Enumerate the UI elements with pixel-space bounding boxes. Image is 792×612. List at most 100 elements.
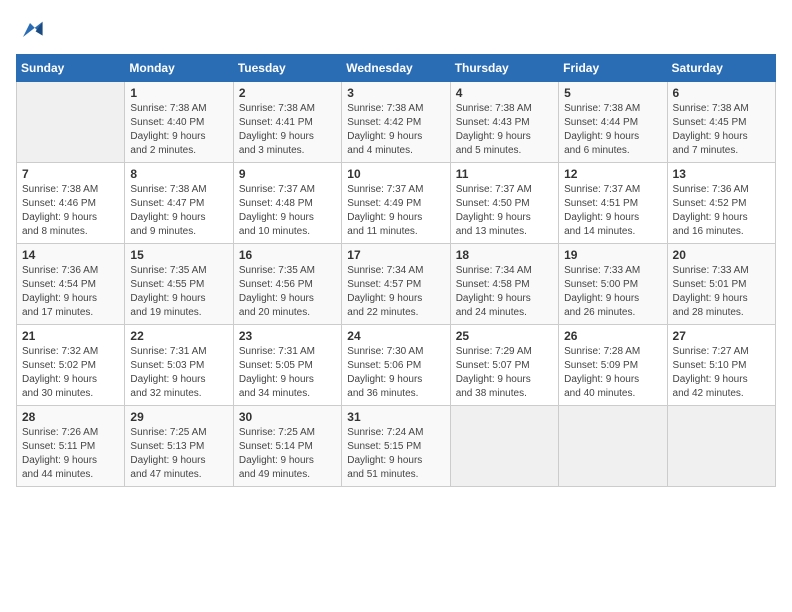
day-info: Sunrise: 7:25 AM Sunset: 5:14 PM Dayligh… <box>239 426 336 482</box>
day-info: Sunrise: 7:34 AM Sunset: 4:57 PM Dayligh… <box>347 264 444 320</box>
day-number: 9 <box>239 167 336 181</box>
calendar-cell <box>559 406 667 487</box>
day-header-monday: Monday <box>125 55 233 82</box>
calendar-cell: 11 Sunrise: 7:37 AM Sunset: 4:50 PM Dayli… <box>450 163 558 244</box>
calendar-cell: 31Sunrise: 7:24 AM Sunset: 5:15 PM Dayli… <box>342 406 450 487</box>
calendar-cell <box>667 406 775 487</box>
day-header-thursday: Thursday <box>450 55 558 82</box>
week-row-1: 7 Sunrise: 7:38 AM Sunset: 4:46 PM Daylig… <box>17 163 776 244</box>
day-info: Sunrise: 7:37 AM Sunset: 4:51 PM Dayligh… <box>564 183 661 239</box>
calendar-cell: 8Sunrise: 7:38 AM Sunset: 4:47 PM Daylig… <box>125 163 233 244</box>
day-number: 14 <box>22 248 119 262</box>
day-number: 27 <box>673 329 770 343</box>
calendar-cell: 19Sunrise: 7:33 AM Sunset: 5:00 PM Dayli… <box>559 244 667 325</box>
calendar-cell: 21 Sunrise: 7:32 AM Sunset: 5:02 PM Dayli… <box>17 325 125 406</box>
day-number: 3 <box>347 86 444 100</box>
day-number: 2 <box>239 86 336 100</box>
day-number: 30 <box>239 410 336 424</box>
day-info: Sunrise: 7:37 AM Sunset: 4:50 PM Dayligh… <box>456 183 553 239</box>
calendar-cell: 12 Sunrise: 7:37 AM Sunset: 4:51 PM Dayli… <box>559 163 667 244</box>
day-number: 7 <box>22 167 119 181</box>
calendar-cell: 26Sunrise: 7:28 AM Sunset: 5:09 PM Dayli… <box>559 325 667 406</box>
week-row-2: 14 Sunrise: 7:36 AM Sunset: 4:54 PM Dayli… <box>17 244 776 325</box>
day-info: Sunrise: 7:25 AM Sunset: 5:13 PM Dayligh… <box>130 426 227 482</box>
day-number: 29 <box>130 410 227 424</box>
day-number: 11 <box>456 167 553 181</box>
calendar-cell: 7 Sunrise: 7:38 AM Sunset: 4:46 PM Daylig… <box>17 163 125 244</box>
day-header-tuesday: Tuesday <box>233 55 341 82</box>
day-info: Sunrise: 7:37 AM Sunset: 4:48 PM Dayligh… <box>239 183 336 239</box>
logo-icon <box>16 16 44 44</box>
day-info: Sunrise: 7:38 AM Sunset: 4:44 PM Dayligh… <box>564 102 661 158</box>
day-info: Sunrise: 7:38 AM Sunset: 4:46 PM Dayligh… <box>22 183 119 239</box>
calendar-cell <box>450 406 558 487</box>
day-info: Sunrise: 7:38 AM Sunset: 4:43 PM Dayligh… <box>456 102 553 158</box>
calendar-cell: 28Sunrise: 7:26 AM Sunset: 5:11 PM Dayli… <box>17 406 125 487</box>
day-number: 16 <box>239 248 336 262</box>
calendar-cell: 5Sunrise: 7:38 AM Sunset: 4:44 PM Daylig… <box>559 82 667 163</box>
day-number: 15 <box>130 248 227 262</box>
day-number: 26 <box>564 329 661 343</box>
calendar-cell: 20 Sunrise: 7:33 AM Sunset: 5:01 PM Dayli… <box>667 244 775 325</box>
calendar-table: SundayMondayTuesdayWednesdayThursdayFrid… <box>16 54 776 487</box>
day-number: 13 <box>673 167 770 181</box>
calendar-cell: 15 Sunrise: 7:35 AM Sunset: 4:55 PM Dayli… <box>125 244 233 325</box>
day-info: Sunrise: 7:34 AM Sunset: 4:58 PM Dayligh… <box>456 264 553 320</box>
calendar-cell: 24Sunrise: 7:30 AM Sunset: 5:06 PM Dayli… <box>342 325 450 406</box>
calendar-cell: 27Sunrise: 7:27 AM Sunset: 5:10 PM Dayli… <box>667 325 775 406</box>
day-info: Sunrise: 7:35 AM Sunset: 4:55 PM Dayligh… <box>130 264 227 320</box>
day-number: 19 <box>564 248 661 262</box>
calendar-cell: 13 Sunrise: 7:36 AM Sunset: 4:52 PM Dayli… <box>667 163 775 244</box>
logo <box>16 16 48 44</box>
day-info: Sunrise: 7:37 AM Sunset: 4:49 PM Dayligh… <box>347 183 444 239</box>
calendar-cell: 29 Sunrise: 7:25 AM Sunset: 5:13 PM Dayli… <box>125 406 233 487</box>
calendar-cell: 30 Sunrise: 7:25 AM Sunset: 5:14 PM Dayli… <box>233 406 341 487</box>
day-info: Sunrise: 7:31 AM Sunset: 5:05 PM Dayligh… <box>239 345 336 401</box>
calendar-cell <box>17 82 125 163</box>
week-row-4: 28Sunrise: 7:26 AM Sunset: 5:11 PM Dayli… <box>17 406 776 487</box>
week-row-3: 21 Sunrise: 7:32 AM Sunset: 5:02 PM Dayli… <box>17 325 776 406</box>
calendar-cell: 18 Sunrise: 7:34 AM Sunset: 4:58 PM Dayli… <box>450 244 558 325</box>
day-number: 25 <box>456 329 553 343</box>
day-number: 18 <box>456 248 553 262</box>
day-header-sunday: Sunday <box>17 55 125 82</box>
calendar-cell: 16 Sunrise: 7:35 AM Sunset: 4:56 PM Dayli… <box>233 244 341 325</box>
calendar-cell: 6Sunrise: 7:38 AM Sunset: 4:45 PM Daylig… <box>667 82 775 163</box>
day-info: Sunrise: 7:38 AM Sunset: 4:40 PM Dayligh… <box>130 102 227 158</box>
day-info: Sunrise: 7:36 AM Sunset: 4:52 PM Dayligh… <box>673 183 770 239</box>
day-info: Sunrise: 7:32 AM Sunset: 5:02 PM Dayligh… <box>22 345 119 401</box>
calendar-cell: 14 Sunrise: 7:36 AM Sunset: 4:54 PM Dayli… <box>17 244 125 325</box>
day-number: 22 <box>130 329 227 343</box>
calendar-cell: 22 Sunrise: 7:31 AM Sunset: 5:03 PM Dayli… <box>125 325 233 406</box>
calendar-cell: 9 Sunrise: 7:37 AM Sunset: 4:48 PM Daylig… <box>233 163 341 244</box>
calendar-cell: 3 Sunrise: 7:38 AM Sunset: 4:42 PM Daylig… <box>342 82 450 163</box>
day-number: 4 <box>456 86 553 100</box>
day-info: Sunrise: 7:30 AM Sunset: 5:06 PM Dayligh… <box>347 345 444 401</box>
day-info: Sunrise: 7:31 AM Sunset: 5:03 PM Dayligh… <box>130 345 227 401</box>
day-number: 31 <box>347 410 444 424</box>
day-number: 6 <box>673 86 770 100</box>
day-number: 17 <box>347 248 444 262</box>
day-header-friday: Friday <box>559 55 667 82</box>
header-row: SundayMondayTuesdayWednesdayThursdayFrid… <box>17 55 776 82</box>
day-info: Sunrise: 7:36 AM Sunset: 4:54 PM Dayligh… <box>22 264 119 320</box>
page-header <box>16 16 776 44</box>
calendar-cell: 23 Sunrise: 7:31 AM Sunset: 5:05 PM Dayli… <box>233 325 341 406</box>
day-info: Sunrise: 7:38 AM Sunset: 4:47 PM Dayligh… <box>130 183 227 239</box>
day-number: 20 <box>673 248 770 262</box>
calendar-cell: 10 Sunrise: 7:37 AM Sunset: 4:49 PM Dayli… <box>342 163 450 244</box>
day-number: 10 <box>347 167 444 181</box>
day-info: Sunrise: 7:35 AM Sunset: 4:56 PM Dayligh… <box>239 264 336 320</box>
day-info: Sunrise: 7:33 AM Sunset: 5:01 PM Dayligh… <box>673 264 770 320</box>
calendar-cell: 1 Sunrise: 7:38 AM Sunset: 4:40 PM Daylig… <box>125 82 233 163</box>
day-number: 21 <box>22 329 119 343</box>
calendar-cell: 25Sunrise: 7:29 AM Sunset: 5:07 PM Dayli… <box>450 325 558 406</box>
day-number: 1 <box>130 86 227 100</box>
day-info: Sunrise: 7:38 AM Sunset: 4:41 PM Dayligh… <box>239 102 336 158</box>
day-number: 12 <box>564 167 661 181</box>
day-info: Sunrise: 7:26 AM Sunset: 5:11 PM Dayligh… <box>22 426 119 482</box>
day-number: 23 <box>239 329 336 343</box>
day-header-saturday: Saturday <box>667 55 775 82</box>
day-info: Sunrise: 7:38 AM Sunset: 4:42 PM Dayligh… <box>347 102 444 158</box>
calendar-cell: 2 Sunrise: 7:38 AM Sunset: 4:41 PM Daylig… <box>233 82 341 163</box>
